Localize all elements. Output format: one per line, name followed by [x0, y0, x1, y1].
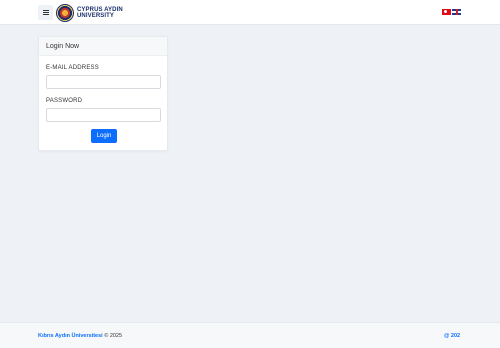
footer-copyright: Kıbrıs Aydın Üniversitesi © 2025: [38, 333, 122, 339]
language-switcher: [442, 9, 461, 15]
footer-university-link[interactable]: Kıbrıs Aydın Üniversitesi: [38, 333, 103, 339]
university-seal-icon: [56, 4, 74, 22]
university-logo[interactable]: CYPRUS AYDIN UNIVERSITY: [56, 3, 123, 23]
english-flag-icon[interactable]: [452, 9, 461, 15]
menu-toggle-button[interactable]: [38, 5, 53, 20]
email-field[interactable]: [46, 75, 161, 89]
footer-right-text[interactable]: @ 202: [444, 333, 460, 339]
hamburger-icon: [42, 10, 49, 15]
turkish-flag-icon[interactable]: [442, 9, 451, 15]
login-button[interactable]: Login: [91, 129, 117, 143]
logo-line2: UNIVERSITY: [77, 13, 115, 19]
footer-copyright-text: © 2025: [104, 333, 123, 339]
email-label: E-MAIL ADDRESS: [46, 65, 99, 71]
footer: Kıbrıs Aydın Üniversitesi © 2025 @ 202: [0, 322, 500, 348]
logo-text: CYPRUS AYDIN UNIVERSITY: [77, 7, 123, 19]
top-navbar: CYPRUS AYDIN UNIVERSITY: [0, 0, 500, 25]
login-card-title: Login Now: [39, 37, 167, 56]
password-field[interactable]: [46, 108, 161, 122]
login-card: Login Now E-MAIL ADDRESS PASSWORD Login: [38, 36, 168, 151]
password-label: PASSWORD: [46, 98, 83, 104]
